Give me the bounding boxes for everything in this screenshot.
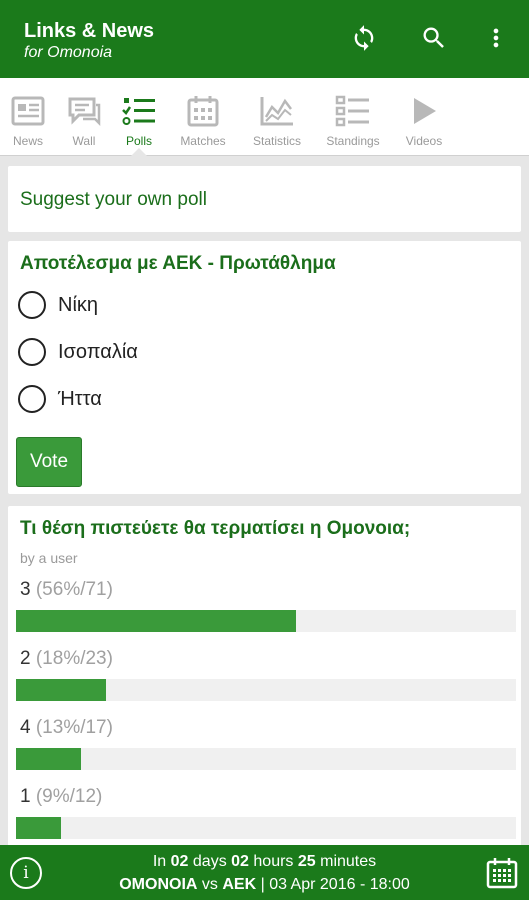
tab-label: Wall [72,134,96,148]
poll-option-label: Ισοπαλία [58,340,138,363]
poll-option-win[interactable]: Νίκη [18,291,98,319]
result-bar-fill [16,610,296,632]
app-subtitle: for Omonoia [24,44,113,61]
tab-label: Polls [125,134,152,148]
result-stats: (18%/23) [35,648,113,669]
result-bar-fill [16,817,61,839]
active-tab-indicator [130,148,148,157]
tab-bar: News Wall Polls Matches Statistics Stand… [0,78,529,157]
radio-button[interactable] [18,385,46,413]
radio-button[interactable] [18,338,46,366]
refresh-button[interactable] [346,20,382,56]
more-options-button[interactable] [478,20,514,56]
refresh-icon [354,25,374,51]
tab-standings[interactable]: Standings [324,78,382,156]
poll-option-loss[interactable]: Ήττα [18,385,102,413]
result-bar-fill [16,679,106,701]
result-bar-fill [16,748,81,770]
poll-author: by a user [20,550,78,566]
poll-option-draw[interactable]: Ισοπαλία [18,338,138,366]
vote-button[interactable]: Vote [16,437,82,487]
radio-button[interactable] [18,291,46,319]
calendar-icon [486,858,518,889]
result-bar-track [16,748,516,770]
poll-option-label: Ήττα [58,387,102,410]
play-icon [414,98,436,124]
match-info: OMONOIA vs AEK | 03 Apr 2016 - 18:00 [0,876,529,894]
result-bar-track [16,679,516,701]
tab-videos[interactable]: Videos [402,78,446,156]
poll-question: Τι θέση πιστεύετε θα τερματίσει η Ομονοι… [20,518,411,539]
tab-label: Standings [326,134,380,148]
home-team: OMONOIA [119,876,198,893]
result-bar-track [16,610,516,632]
countdown-days: 02 [170,853,189,870]
search-icon [423,27,444,48]
result-option: 3 [20,579,31,600]
poll-card-vote: Αποτέλεσμα με ΑΕΚ - Πρωτάθλημα Νίκη Ισοπ… [8,241,521,494]
tab-label: Statistics [252,134,301,148]
countdown-hours-word: hours [253,853,294,870]
result-label: 3 (56%/71) [20,579,113,601]
poll-question: Αποτέλεσμα με ΑΕΚ - Πρωτάθλημα [20,253,336,274]
wall-icon [68,97,101,126]
result-stats: (56%/71) [35,579,113,600]
news-icon [11,96,45,126]
countdown-minutes-word: minutes [320,853,377,870]
result-label: 1 (9%/12) [20,786,102,808]
countdown-minutes: 25 [297,853,316,870]
polls-icon [122,98,155,125]
app-bar: Links & News for Omonoia [0,0,529,78]
tab-matches[interactable]: Matches [178,78,228,156]
calendar-button[interactable] [486,857,518,894]
result-label: 2 (18%/23) [20,648,113,670]
suggest-poll-link[interactable]: Suggest your own poll [20,189,207,211]
countdown-days-word: days [192,853,227,870]
result-option: 1 [20,786,31,807]
poll-card-results: Τι θέση πιστεύετε θα τερματίσει η Ομονοι… [8,506,521,846]
next-match-bar: i In 02 days 02 hours 25 minutes OMONOIA… [0,845,529,900]
tab-wall[interactable]: Wall [64,78,104,156]
poll-option-label: Νίκη [58,293,99,316]
result-label: 4 (13%/17) [20,717,113,739]
tab-polls[interactable]: Polls [118,78,160,156]
versus-text: vs [201,876,218,893]
countdown-prefix: In [152,853,167,870]
result-stats: (9%/12) [35,786,103,807]
countdown-hours: 02 [231,853,249,870]
countdown-text: In 02 days 02 hours 25 minutes [0,853,529,871]
tab-label: Videos [405,134,443,148]
result-bar-track [16,817,516,839]
result-option: 4 [20,717,31,738]
app-title: Links & News [24,20,155,42]
tab-news[interactable]: News [6,78,50,156]
statistics-icon [260,97,293,126]
tab-statistics[interactable]: Statistics [250,78,304,156]
search-button[interactable] [416,20,452,56]
match-datetime: | 03 Apr 2016 - 18:00 [260,876,410,893]
result-stats: (13%/17) [35,717,113,738]
away-team: AEK [222,876,257,893]
tab-label: Matches [180,134,226,148]
standings-icon [335,95,369,127]
calendar-icon [187,96,219,127]
tab-label: News [12,134,43,148]
result-option: 2 [20,648,31,669]
suggest-poll-card[interactable]: Suggest your own poll [8,166,521,232]
more-vert-icon [493,28,499,48]
